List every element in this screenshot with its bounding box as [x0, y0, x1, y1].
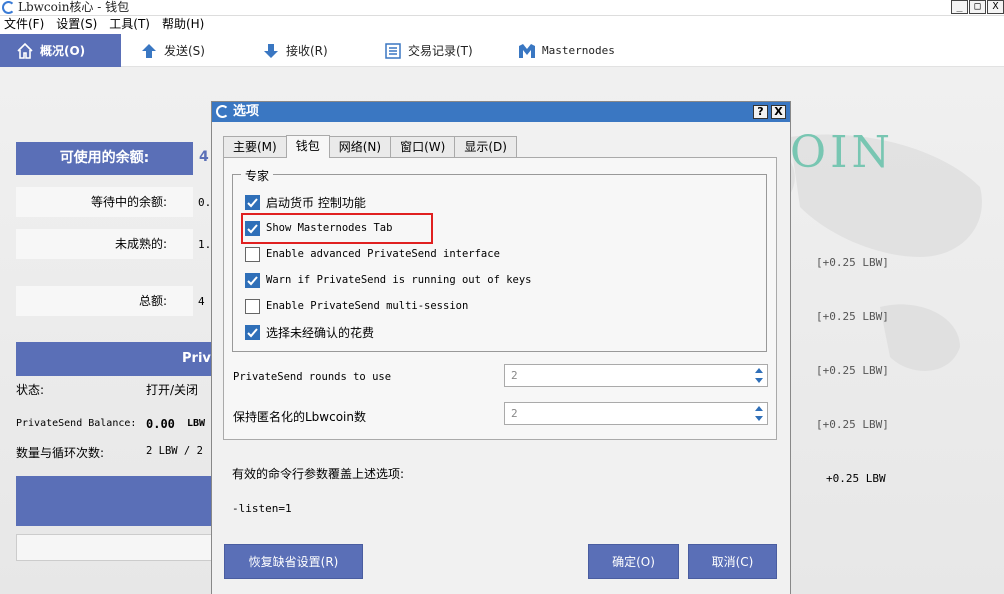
advanced-privatesend-option[interactable]: Enable advanced PrivateSend interface: [245, 244, 500, 264]
window-titlebar: Lbwcoin核心 - 钱包 _ □ X: [0, 0, 1004, 16]
warn-keys-label: Warn if PrivateSend is running out of ke…: [266, 274, 532, 286]
main-toolbar: 概况(O) 发送(S) 接收(R) 交易记录(T) Masternodes: [0, 34, 1004, 67]
checkbox-unchecked[interactable]: [245, 246, 260, 262]
window-title: Lbwcoin核心 - 钱包: [18, 0, 130, 14]
expert-group-title: 专家: [241, 167, 274, 184]
rounds-value: 2 LBW / 2: [146, 445, 203, 457]
tab-network[interactable]: 网络(N): [328, 136, 392, 157]
tab-overview-label: 概况(O): [40, 44, 86, 58]
transaction-amount: +0.25 LBW: [826, 472, 886, 485]
ps-balance-label: PrivateSend Balance:: [16, 418, 137, 429]
help-button[interactable]: ?: [753, 105, 768, 119]
ok-button[interactable]: 确定(O): [588, 544, 679, 579]
total-balance-label: 总额:: [16, 286, 193, 316]
tab-transactions[interactable]: 交易记录(T): [384, 34, 473, 67]
transaction-amount: [+0.25 LBW]: [816, 256, 889, 269]
options-dialog: 选项 ? X 主要(M) 钱包 网络(N) 窗口(W) 显示(D) 专家 启动货…: [211, 101, 791, 594]
menu-settings[interactable]: 设置(S): [52, 16, 101, 34]
tab-wallet[interactable]: 钱包: [285, 135, 330, 158]
coin-control-label: 启动货币 控制功能: [266, 195, 366, 210]
transaction-amount: [+0.25 LBW]: [816, 418, 889, 431]
pending-balance-label: 等待中的余额:: [16, 187, 193, 217]
spin-arrows-icon[interactable]: [754, 405, 764, 422]
close-button[interactable]: X: [987, 0, 1004, 14]
privatesend-toggle[interactable]: 打开/关闭: [146, 381, 198, 398]
home-icon: [16, 42, 34, 60]
ps-balance-unit: LBW: [187, 418, 206, 429]
tab-main[interactable]: 主要(M): [223, 136, 287, 157]
override-note: 有效的命令行参数覆盖上述选项:: [232, 467, 405, 481]
transaction-amount: [+0.25 LBW]: [816, 364, 889, 377]
rounds-spinbox-value: 2: [511, 369, 518, 382]
total-balance-value: 4: [198, 295, 205, 308]
tab-masternodes-label: Masternodes: [542, 44, 615, 57]
brand-watermark: OIN: [790, 127, 894, 178]
app-logo-icon: [216, 105, 229, 118]
reset-options-button[interactable]: 恢复缺省设置(R): [224, 544, 363, 579]
pending-balance-value: 0.: [198, 196, 212, 209]
rounds-spinbox[interactable]: 2: [504, 364, 768, 387]
multi-session-option[interactable]: Enable PrivateSend multi-session: [245, 296, 468, 316]
options-tabs: 主要(M) 钱包 网络(N) 窗口(W) 显示(D): [223, 135, 517, 158]
tab-display[interactable]: 显示(D): [454, 136, 517, 157]
menu-help[interactable]: 帮助(H): [158, 16, 208, 34]
rounds-setting-label: PrivateSend rounds to use: [233, 371, 392, 383]
tab-overview[interactable]: 概况(O): [0, 34, 121, 67]
arrow-up-icon: [140, 42, 158, 60]
privatesend-start-button[interactable]: [16, 476, 212, 526]
ps-balance-value: 0.00: [146, 417, 175, 431]
transaction-amount: [+0.25 LBW]: [816, 310, 889, 323]
highlight-annotation: [241, 213, 433, 244]
menu-tools[interactable]: 工具(T): [105, 16, 154, 34]
maximize-button[interactable]: □: [969, 0, 986, 14]
arrow-down-icon: [262, 42, 280, 60]
wallet-tab-panel: 专家 启动货币 控制功能 Show Masternodes Tab Enable…: [223, 157, 777, 440]
checkbox-unchecked[interactable]: [245, 298, 260, 314]
dialog-titlebar: 选项 ? X: [212, 102, 790, 122]
expert-group: 专家 启动货币 控制功能 Show Masternodes Tab Enable…: [232, 167, 767, 352]
coin-control-option[interactable]: 启动货币 控制功能: [245, 192, 366, 212]
dialog-close-button[interactable]: X: [771, 105, 786, 119]
tab-transactions-label: 交易记录(T): [408, 44, 473, 58]
anon-amount-spinbox-value: 2: [511, 407, 518, 420]
menu-bar: 文件(F) 设置(S) 工具(T) 帮助(H): [0, 16, 1004, 34]
immature-balance-value: 1.: [198, 238, 212, 251]
window-controls: _ □ X: [950, 0, 1004, 14]
status-label: 状态:: [16, 383, 45, 397]
privatesend-progress-bar: [16, 534, 212, 561]
tab-receive[interactable]: 接收(R): [262, 34, 328, 67]
advanced-privatesend-label: Enable advanced PrivateSend interface: [266, 248, 500, 260]
dialog-title: 选项: [233, 104, 260, 119]
spend-unconfirmed-option[interactable]: 选择未经确认的花费: [245, 322, 374, 342]
multi-session-label: Enable PrivateSend multi-session: [266, 300, 469, 312]
menu-file[interactable]: 文件(F): [0, 16, 48, 34]
available-balance-value: 4: [199, 149, 209, 165]
tab-send-label: 发送(S): [164, 44, 205, 58]
list-icon: [384, 42, 402, 60]
checkbox-checked[interactable]: [245, 194, 260, 210]
immature-balance-label: 未成熟的:: [16, 229, 193, 259]
cmdline-options: -listen=1: [232, 502, 292, 515]
cancel-button[interactable]: 取消(C): [688, 544, 777, 579]
anon-amount-spinbox[interactable]: 2: [504, 402, 768, 425]
warn-keys-option[interactable]: Warn if PrivateSend is running out of ke…: [245, 270, 532, 290]
tab-send[interactable]: 发送(S): [140, 34, 205, 67]
rounds-label: 数量与循环次数:: [16, 446, 105, 460]
anon-amount-label: 保持匿名化的Lbwcoin数: [233, 410, 366, 424]
tab-receive-label: 接收(R): [286, 44, 328, 58]
masternode-icon: [518, 42, 536, 60]
app-logo-icon: [2, 1, 15, 14]
tab-window[interactable]: 窗口(W): [390, 136, 456, 157]
minimize-button[interactable]: _: [951, 0, 968, 14]
tab-masternodes[interactable]: Masternodes: [518, 34, 615, 67]
checkbox-checked[interactable]: [245, 324, 260, 340]
spin-arrows-icon[interactable]: [754, 367, 764, 384]
available-balance-label: 可使用的余额:: [16, 142, 193, 175]
privatesend-header: Priv: [16, 342, 212, 376]
checkbox-checked[interactable]: [245, 272, 260, 288]
spend-unconfirmed-label: 选择未经确认的花费: [266, 325, 375, 340]
